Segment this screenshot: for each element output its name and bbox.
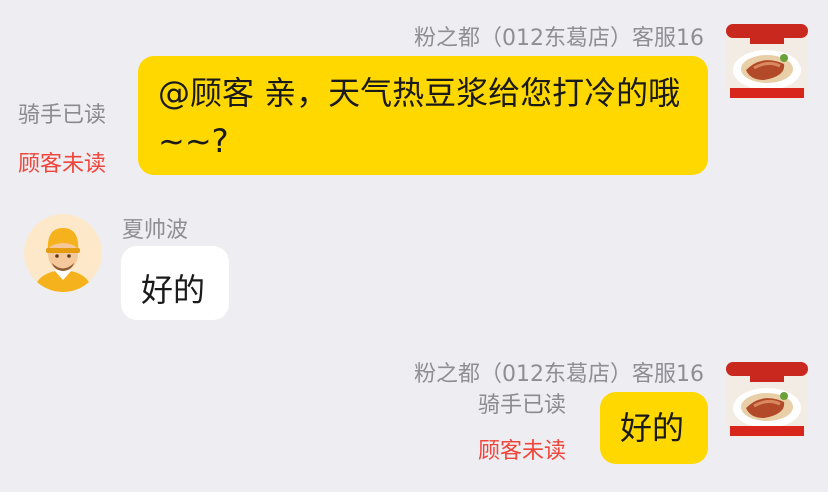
rider-read-status: 骑手已读 <box>478 393 567 418</box>
customer-unread-status: 顾客未读 <box>18 152 107 177</box>
store-avatar[interactable] <box>724 24 810 100</box>
message-text: 好的 <box>620 409 685 447</box>
sender-name: 粉之都（012东葛店）客服16 <box>414 362 704 387</box>
store-food-avatar-icon <box>726 24 808 100</box>
message-bubble[interactable]: @顾客 亲，天气热豆浆给您打冷的哦~~? <box>138 56 708 175</box>
customer-unread-status: 顾客未读 <box>478 439 567 464</box>
rider-helmet-avatar-icon <box>24 214 102 292</box>
sender-name: 夏帅波 <box>122 218 189 243</box>
rider-avatar[interactable] <box>24 214 102 292</box>
sender-name: 粉之都（012东葛店）客服16 <box>414 26 704 51</box>
message-text: @顾客 亲，天气热豆浆给您打冷的哦~~? <box>158 74 681 160</box>
rider-read-status: 骑手已读 <box>18 103 107 128</box>
message-text: 好的 <box>141 271 206 309</box>
store-food-avatar-icon <box>726 362 808 438</box>
message-bubble[interactable]: 好的 <box>121 246 229 320</box>
message-bubble[interactable]: 好的 <box>600 392 708 464</box>
store-avatar[interactable] <box>724 362 810 438</box>
